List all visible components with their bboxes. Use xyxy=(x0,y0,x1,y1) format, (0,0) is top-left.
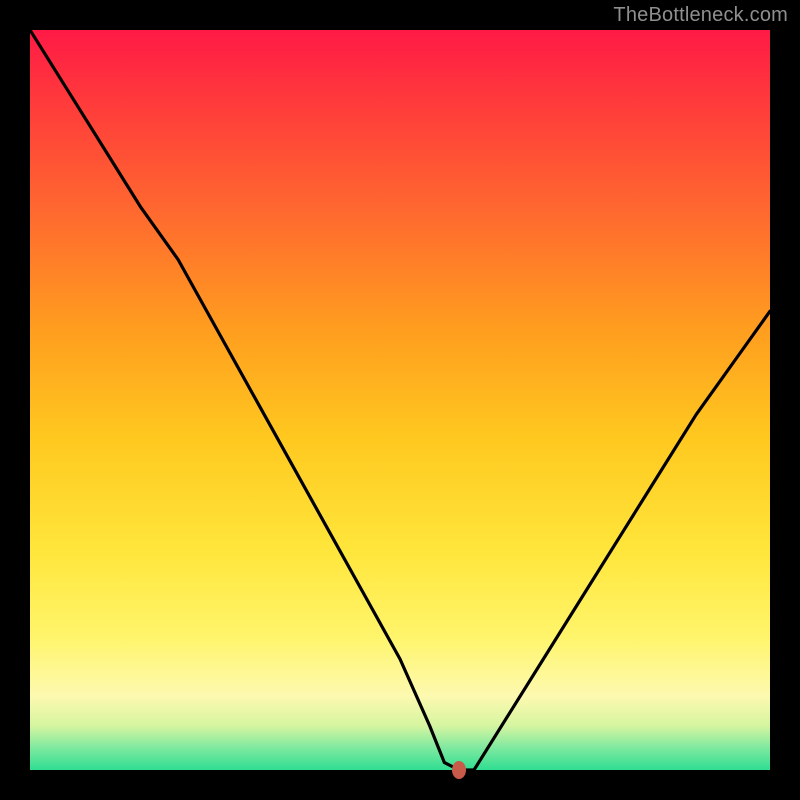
current-point-marker xyxy=(452,761,466,779)
plot-area xyxy=(30,30,770,770)
chart-frame: TheBottleneck.com xyxy=(0,0,800,800)
watermark-text: TheBottleneck.com xyxy=(613,4,788,27)
bottleneck-curve xyxy=(30,30,770,770)
